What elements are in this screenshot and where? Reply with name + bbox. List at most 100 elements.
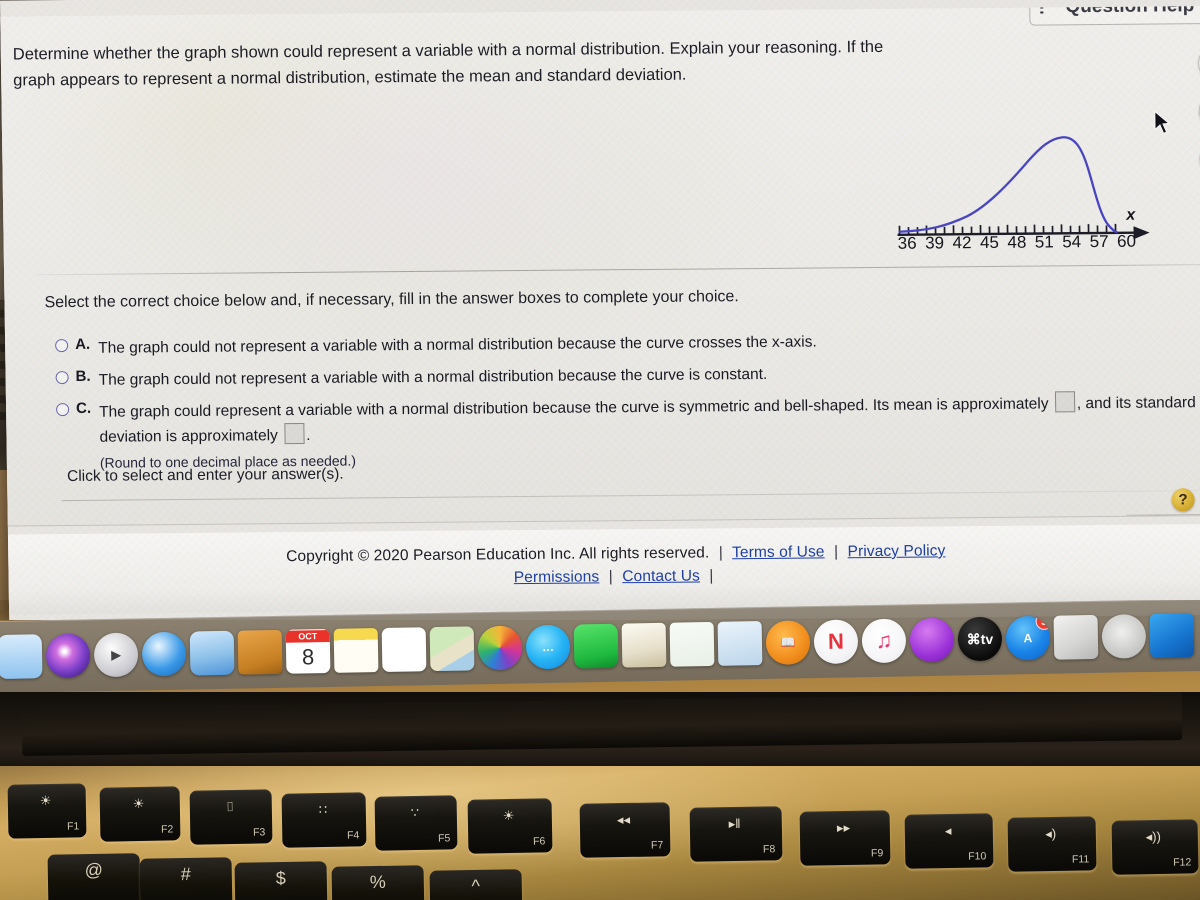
choice-c-text: The graph could represent a variable wit… [99,390,1197,474]
play-pause-icon: ▸‖ [728,815,741,832]
dock-icon-reminders[interactable] [381,627,427,673]
copyright-text: Copyright © 2020 Pearson Education Inc. … [286,544,710,566]
footer-separator: | [709,567,714,585]
books-glyph: 📖 [780,635,796,650]
choice-c-text-part1: The graph could represent a variable wit… [99,395,1049,421]
dock-icon-unknown-gray-app[interactable] [1053,614,1099,660]
keyboard-number-row: @ # $% ^ [0,848,1200,900]
choice-b-letter: B. [75,367,91,386]
dock-icon-photos[interactable] [477,625,523,671]
mean-input[interactable] [1054,391,1075,413]
choice-a-text: The graph could not represent a variable… [98,333,817,357]
launchpad-icon: ∷ [318,801,328,818]
radio-c[interactable] [56,403,70,417]
fn-key-brightness-down[interactable]: ☀ F1 [7,783,87,839]
dock-icon-blue-app[interactable] [1149,613,1195,658]
footer-separator: | [608,568,613,586]
fn-key-keyboard-backlight-up[interactable]: ☀ F6 [467,798,553,854]
help-badge-icon[interactable]: ? [1171,488,1195,512]
launchpad-glyph: ▶ [111,647,121,662]
dock-icon-mail[interactable] [189,630,235,676]
distribution-graph: 36 39 42 45 48 51 54 57 60 x [882,124,1174,277]
key-percent[interactable]: % [331,865,425,900]
radio-b[interactable] [55,371,69,385]
dock-icon-keynote[interactable] [717,621,763,666]
dock-icon-safari[interactable] [141,631,187,677]
choice-c[interactable]: C. The graph could represent a variable … [56,390,1197,475]
mission-control-icon: ⌷ [225,798,235,815]
choice-a-letter: A. [75,335,91,353]
dock-icon-books[interactable]: 📖 [765,620,811,665]
dock-icon-apple-tv[interactable]: ⌘tv [957,616,1003,662]
fn-key-label: F5 [437,832,451,845]
dock-icon-pages[interactable] [621,622,667,668]
footer-separator: | [833,543,839,561]
instruction-text: Select the correct choice below and, if … [44,288,739,312]
laptop-screen-area: Question Help Determine whether the grap… [0,0,1200,620]
keyboard-function-row: ☀ F1 ☀ F2 ⌷ F3 ∷ F4 ∵ F5 ☀ F6 ◂◂ F7 ▸‖ F8 ▸▸ F9 ◂ F10 ◂) F11 ◂… [0,778,1200,875]
key-at[interactable]: @ [47,853,141,900]
tick-label: 39 [925,233,945,253]
music-glyph: ♫ [875,627,893,653]
footer-separator: | [718,544,724,562]
fn-key-label: F1 [66,820,80,833]
tick-label: 51 [1034,232,1054,252]
dock-icon-numbers[interactable] [669,621,715,667]
graph-svg [897,136,1150,240]
permissions-link[interactable]: Permissions [514,568,600,586]
fn-key-label: F2 [160,823,174,836]
radio-a[interactable] [55,339,69,353]
question-help-button[interactable]: Question Help [1029,5,1200,26]
fn-key-brightness-up[interactable]: ☀ F2 [99,786,181,842]
tick-label: 48 [1007,232,1027,252]
choice-b-text: The graph could not represent a variable… [98,366,768,389]
choice-c-text-part3: . [306,427,311,445]
dock-icon-news[interactable]: N [813,619,859,665]
answer-choice-list: A. The graph could not represent a varia… [55,326,1197,482]
dock-icon-podcasts[interactable] [909,617,955,663]
fast-forward-icon: ▸▸ [836,819,851,835]
dock-icon-app-store[interactable]: A5 [1005,615,1051,661]
graph-x-axis-label: x [1126,206,1136,224]
dock-icon-calendar[interactable]: OCT 8 [285,628,331,674]
footer-rule [61,490,1200,502]
fn-key-label: F3 [252,826,266,839]
dock-icon-system-preferences[interactable] [1101,614,1147,659]
mute-icon: ◂ [944,822,952,839]
choice-b[interactable]: B. The graph could not represent a varia… [55,358,1195,393]
dock-icon-finder[interactable] [0,634,43,680]
laptop-hinge-bar [21,691,1183,757]
key-caret[interactable]: ^ [429,869,523,900]
dock-icon-maps[interactable] [429,626,475,672]
dock-icon-messages[interactable]: … [525,624,571,670]
fn-key-mission-control[interactable]: ⌷ F3 [189,789,273,845]
tick-label: 54 [1062,232,1082,252]
question-panel: Question Help Determine whether the grap… [0,5,1200,527]
privacy-policy-link[interactable]: Privacy Policy [847,542,945,560]
dock-icon-siri[interactable] [45,633,91,679]
volume-down-icon: ◂) [1045,825,1057,842]
calendar-month-label: OCT [285,629,330,643]
list-icon [1040,5,1058,14]
dock-icon-facetime[interactable] [573,623,619,669]
choice-c-letter: C. [75,400,92,418]
dock-icon-contacts[interactable] [237,629,283,675]
browser-page: Question Help Determine whether the grap… [0,0,1200,620]
fn-key-launchpad[interactable]: ∷ F4 [281,792,367,848]
dock-icon-notes[interactable] [333,628,379,673]
tick-label: 36 [897,233,917,253]
messages-glyph: … [541,639,555,655]
terms-of-use-link[interactable]: Terms of Use [732,543,825,561]
dock-icon-music[interactable]: ♫ [861,618,907,664]
brightness-up-icon: ☀ [132,795,145,812]
dock-icon-launchpad[interactable]: ▶ [93,632,139,678]
choice-a[interactable]: A. The graph could not represent a varia… [55,326,1195,361]
graph-tick-labels: 36 39 42 45 48 51 54 57 60 [898,232,1137,254]
fn-key-keyboard-backlight-down[interactable]: ∵ F5 [374,795,458,851]
key-dollar[interactable]: $ [234,861,328,900]
footer-line-2: Permissions | Contact Us | [9,563,1200,592]
contact-us-link[interactable]: Contact Us [622,568,700,586]
standard-deviation-input[interactable] [283,423,305,445]
brightness-down-icon: ☀ [39,792,52,809]
key-hash[interactable]: # [139,857,233,900]
